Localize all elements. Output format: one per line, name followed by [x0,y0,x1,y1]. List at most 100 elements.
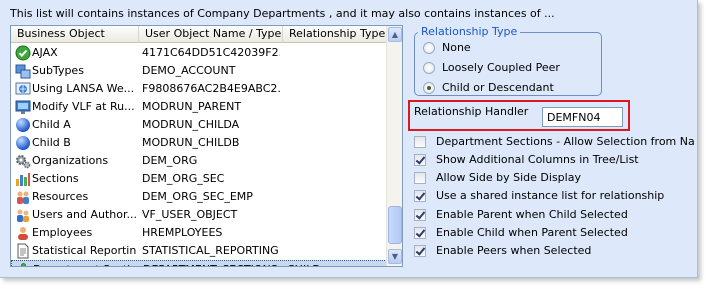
business-object-cell: Users and Author... [32,208,136,221]
business-object-list[interactable]: Business Object User Object Name / Type … [10,25,403,267]
blue-ball-icon [15,135,31,151]
list-row[interactable]: Users and Author... VF_USER_OBJECT [11,206,387,224]
list-row[interactable]: Using LANSA We... F9808676AC2B4E9ABC2... [11,80,387,98]
checkbox-box[interactable] [414,154,426,166]
scroll-up-button[interactable]: ▲ [388,27,402,42]
list-description: This list will contains instances of Com… [10,7,555,20]
business-object-cell: Employees [32,226,93,239]
user-object-cell: DEM_ORG [142,154,198,167]
checkbox-box[interactable] [414,245,426,257]
checkbox-box[interactable] [414,227,426,239]
checkbox-label: Use a shared instance list for relations… [436,189,665,202]
relationship-type-cell [286,170,384,188]
business-object-cell: Using LANSA We... [32,82,135,95]
relationship-type-cell [286,206,384,224]
bar-chart-icon [15,171,31,187]
option-checkbox[interactable]: Show Additional Columns in Tree/List [414,152,694,168]
business-object-cell: Child B [32,136,71,149]
option-checkbox[interactable]: Enable Child when Parent Selected [414,225,694,241]
subtypes-icon [15,63,31,79]
list-row[interactable]: Sections DEM_ORG_SEC [11,170,387,188]
relationship-handler-input[interactable] [542,107,623,127]
checkbox-box[interactable] [414,209,426,221]
list-row[interactable]: Statistical Reporting STATISTICAL_REPORTI… [11,242,387,260]
list-row[interactable]: Department Secti... DEPARTMENT_SECTIONS CH… [11,260,387,266]
user-object-cell: MODRUN_CHILDB [142,136,240,149]
business-object-cell: Organizations [32,154,109,167]
user-object-cell: MODRUN_PARENT [142,100,242,113]
radio-loosely-coupled-peer-circle[interactable] [423,62,435,74]
list-row[interactable]: Modify VLF at Ru... MODRUN_PARENT [11,98,387,116]
document-icon [15,243,31,259]
relationship-type-cell [286,188,384,206]
properties-panel: This list will contains instances of Com… [0,0,698,278]
checkbox-box[interactable] [414,136,426,148]
blue-ball-icon [15,117,31,133]
radio-none-circle[interactable] [423,42,435,54]
checkbox-box[interactable] [414,172,426,184]
list-row[interactable]: SubTypes DEMO_ACCOUNT [11,62,387,80]
list-row[interactable]: Resources DEM_ORG_SEC_EMP [11,188,387,206]
relationship-type-cell: CHILD [287,261,385,266]
business-object-cell: Child A [32,118,71,131]
relationship-type-cell [286,134,384,152]
checkbox-label: Enable Peers when Selected [436,244,592,257]
option-checkbox[interactable]: Enable Peers when Selected [414,243,694,259]
column-header-user-object[interactable]: User Object Name / Type [139,26,283,43]
scroll-down-button[interactable]: ▼ [388,249,402,264]
relationship-type-cell [286,242,384,260]
radio-none-label: None [442,41,471,54]
list-row[interactable]: Child B MODRUN_CHILDB [11,134,387,152]
globe-icon [15,81,31,97]
radio-child-or-descendant-label: Child or Descendant [442,81,554,94]
user-object-cell: MODRUN_CHILDA [142,118,240,131]
user-object-cell: DEMO_ACCOUNT [142,64,236,77]
user-object-cell: VF_USER_OBJECT [142,208,238,221]
users-icon [15,207,31,223]
relationship-type-cell [286,44,384,62]
user-object-cell: 4171C64DD51C42039F2... [142,46,280,59]
relationship-type-cell [286,80,384,98]
relationship-type-cell [286,152,384,170]
monitor-icon [15,99,31,115]
list-row[interactable]: Employees HREMPLOYEES [11,224,387,242]
relationship-type-cell [286,98,384,116]
checkbox-label: Enable Child when Parent Selected [436,226,628,239]
list-header: Business Object User Object Name / Type … [11,26,387,43]
radio-child-or-descendant-circle[interactable] [423,82,435,94]
gears-icon [15,153,31,169]
checkbox-label: Enable Parent when Child Selected [436,208,628,221]
checkbox-box[interactable] [414,190,426,202]
relationship-handler-label: Relationship Handler [414,105,529,118]
user-object-cell: DEM_ORG_SEC_EMP [142,190,253,203]
relationship-type-cell [286,116,384,134]
scroll-thumb[interactable] [388,206,402,244]
radio-loosely-coupled-peer-label: Loosely Coupled Peer [442,61,560,74]
business-object-cell: Resources [32,190,89,203]
checkbox-label: Department Sections - Allow Selection fr… [436,135,694,148]
column-header-business-object[interactable]: Business Object [11,26,139,43]
employee-icon [15,225,31,241]
option-checkbox[interactable]: Department Sections - Allow Selection fr… [414,134,694,150]
list-vertical-scrollbar[interactable]: ▲ ▼ [386,26,402,266]
relationship-type-cell [286,224,384,242]
list-row[interactable]: Child A MODRUN_CHILDA [11,116,387,134]
option-checkbox[interactable]: Enable Parent when Child Selected [414,207,694,223]
option-checkbox[interactable]: Use a shared instance list for relations… [414,188,694,204]
business-object-cell: Sections [32,172,79,185]
business-object-cell: Modify VLF at Ru... [32,100,135,113]
list-row[interactable]: AJAX 4171C64DD51C42039F2... [11,44,387,62]
option-checkbox[interactable]: Allow Side by Side Display [414,170,694,186]
column-header-relationship-type[interactable]: Relationship Type [283,26,387,43]
business-object-cell: Department Secti... [33,261,137,266]
user-object-cell: DEPARTMENT_SECTIONS [143,261,281,266]
user-object-cell: HREMPLOYEES [142,226,223,239]
people-icon [15,189,31,205]
business-object-cell: AJAX [32,46,58,59]
green-check-icon [15,45,31,61]
relationship-type-cell [286,62,384,80]
checkbox-label: Allow Side by Side Display [436,171,581,184]
relationship-type-title: Relationship Type [418,25,521,38]
list-row[interactable]: Organizations DEM_ORG [11,152,387,170]
user-object-cell: DEM_ORG_SEC [142,172,225,185]
